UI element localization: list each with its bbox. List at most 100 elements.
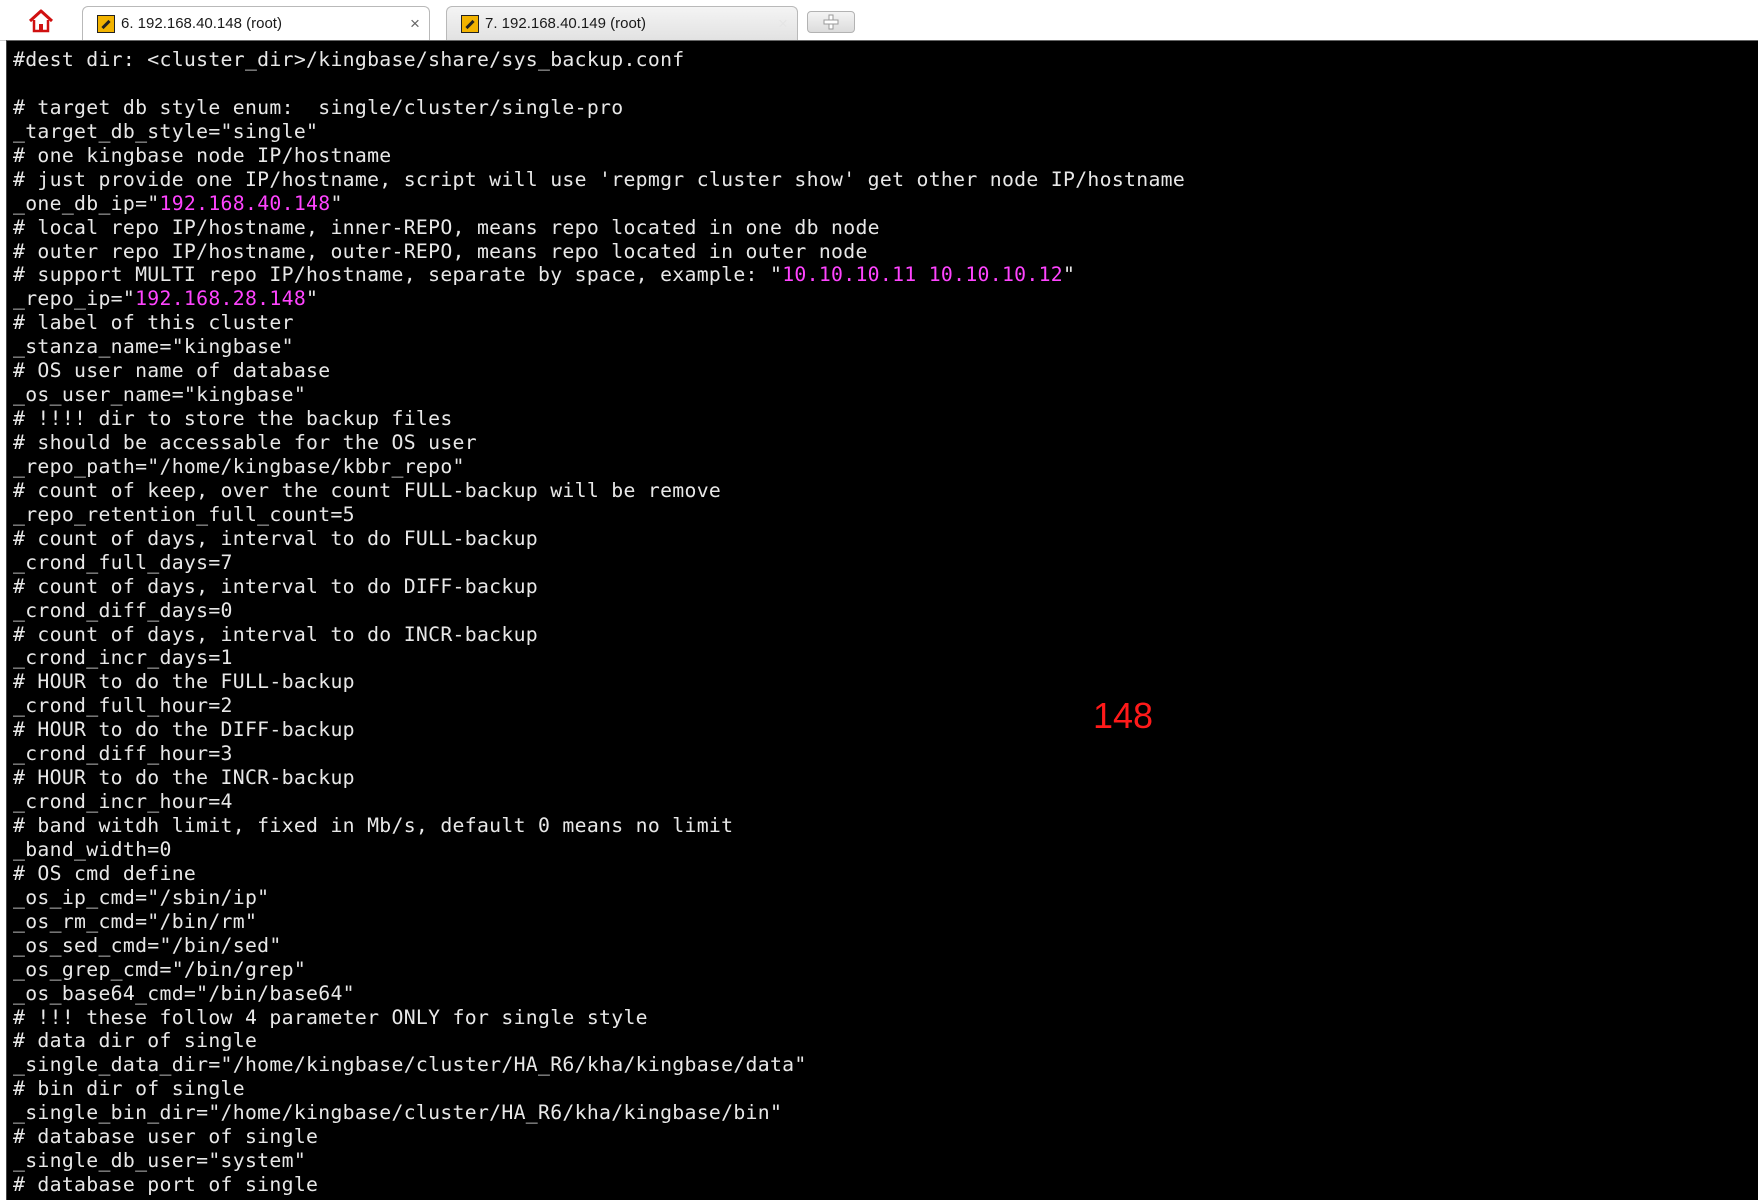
terminal-text-segment: "	[1063, 263, 1076, 287]
terminal-output[interactable]: #dest dir: <cluster_dir>/kingbase/share/…	[6, 40, 1758, 1200]
terminal-line: _band_width=0	[13, 838, 1185, 862]
terminal-line: # HOUR to do the INCR-backup	[13, 766, 1185, 790]
terminal-line: _repo_ip="192.168.28.148"	[13, 287, 1185, 311]
terminal-line: # !!!! dir to store the backup files	[13, 407, 1185, 431]
terminal-line: _repo_path="/home/kingbase/kbbr_repo"	[13, 455, 1185, 479]
terminal-text-segment: _os_rm_cmd="/bin/rm"	[13, 909, 258, 933]
tab-session-6[interactable]: 6. 192.168.40.148 (root) ×	[82, 6, 430, 40]
terminal-text-segment: # !!! these follow 4 parameter ONLY for …	[13, 1005, 648, 1029]
terminal-text-segment: _single_bin_dir="/home/kingbase/cluster/…	[13, 1101, 783, 1125]
terminal-text-segment: # !!!! dir to store the backup files	[13, 407, 453, 431]
terminal-line: # count of days, interval to do FULL-bac…	[13, 527, 1185, 551]
terminal-line: # count of days, interval to do DIFF-bac…	[13, 575, 1185, 599]
terminal-line: #dest dir: <cluster_dir>/kingbase/share/…	[13, 48, 1185, 72]
terminal-text-segment: _os_base64_cmd="/bin/base64"	[13, 981, 355, 1005]
terminal-line: # count of keep, over the count FULL-bac…	[13, 479, 1185, 503]
tab-label: 7. 192.168.40.149 (root)	[485, 15, 646, 32]
terminal-line: # data dir of single	[13, 1029, 1185, 1053]
terminal-line: # band witdh limit, fixed in Mb/s, defau…	[13, 814, 1185, 838]
highlighted-value: 192.168.40.148	[159, 191, 331, 215]
terminal-text-segment: _repo_ip="	[13, 287, 136, 311]
terminal-line: # local repo IP/hostname, inner-REPO, me…	[13, 216, 1185, 240]
tab-label: 6. 192.168.40.148 (root)	[121, 15, 282, 32]
terminal-text-segment: # target db style enum: single/cluster/s…	[13, 95, 624, 119]
terminal-session-icon	[97, 14, 115, 33]
terminal-line: # !!! these follow 4 parameter ONLY for …	[13, 1006, 1185, 1030]
terminal-text-segment: _os_ip_cmd="/sbin/ip"	[13, 885, 270, 909]
terminal-text-segment: _crond_full_days=7	[13, 550, 233, 574]
terminal-text-segment: # count of days, interval to do INCR-bac…	[13, 622, 539, 646]
terminal-text-segment: _crond_incr_hour=4	[13, 790, 233, 814]
terminal-text-segment: # HOUR to do the DIFF-backup	[13, 718, 355, 742]
terminal-line: _os_base64_cmd="/bin/base64"	[13, 982, 1185, 1006]
terminal-text-segment: # OS user name of database	[13, 359, 331, 383]
terminal-text-segment: # support MULTI repo IP/hostname, separa…	[13, 263, 783, 287]
terminal-text-segment: # local repo IP/hostname, inner-REPO, me…	[13, 215, 880, 239]
terminal-text-segment: _crond_diff_hour=3	[13, 742, 233, 766]
terminal-line: _repo_retention_full_count=5	[13, 503, 1185, 527]
terminal-text-segment: # count of days, interval to do FULL-bac…	[13, 526, 539, 550]
terminal-line: _os_sed_cmd="/bin/sed"	[13, 934, 1185, 958]
terminal-line: # HOUR to do the FULL-backup	[13, 670, 1185, 694]
terminal-text-segment: _repo_path="/home/kingbase/kbbr_repo"	[13, 454, 465, 478]
terminal-text-segment: # count of keep, over the count FULL-bac…	[13, 478, 722, 502]
home-icon	[28, 9, 54, 33]
terminal-text-segment: _one_db_ip="	[13, 191, 160, 215]
terminal-line: _single_db_user="system"	[13, 1149, 1185, 1173]
terminal-text-segment: # database user of single	[13, 1125, 319, 1149]
terminal-line: _single_bin_dir="/home/kingbase/cluster/…	[13, 1101, 1185, 1125]
terminal-line: # should be accessable for the OS user	[13, 431, 1185, 455]
highlighted-value: 10.10.10.11 10.10.10.12	[782, 263, 1064, 287]
terminal-text-segment: # should be accessable for the OS user	[13, 431, 477, 454]
terminal-line: _os_user_name="kingbase"	[13, 383, 1185, 407]
terminal-line: # database user of single	[13, 1125, 1185, 1149]
terminal-line: _crond_full_hour=2	[13, 694, 1185, 718]
home-button[interactable]	[6, 4, 76, 38]
tab-bar: 6. 192.168.40.148 (root) × 7. 192.168.40…	[0, 0, 1758, 41]
terminal-text-segment: #dest dir: <cluster_dir>/kingbase/share/…	[13, 48, 685, 71]
terminal-line: # just provide one IP/hostname, script w…	[13, 168, 1185, 192]
terminal-line: _os_rm_cmd="/bin/rm"	[13, 910, 1185, 934]
terminal-text-segment: _band_width=0	[13, 837, 172, 861]
terminal-text-segment: # HOUR to do the FULL-backup	[13, 670, 355, 694]
terminal-line: # count of days, interval to do INCR-bac…	[13, 623, 1185, 647]
terminal-text-segment: # OS cmd define	[13, 861, 197, 885]
highlighted-value: 192.168.28.148	[135, 287, 307, 311]
terminal-text-segment: _target_db_style="single"	[13, 119, 319, 143]
tab-session-7[interactable]: 7. 192.168.40.149 (root) ×	[446, 6, 798, 40]
tab-close-button[interactable]: ×	[401, 14, 429, 34]
terminal-text-segment: # just provide one IP/hostname, script w…	[13, 167, 1186, 191]
terminal-line: # one kingbase node IP/hostname	[13, 144, 1185, 168]
terminal-line: # database port of single	[13, 1173, 1185, 1197]
terminal-line: _stanza_name="kingbase"	[13, 335, 1185, 359]
terminal-line: _target_db_style="single"	[13, 120, 1185, 144]
terminal-line: # target db style enum: single/cluster/s…	[13, 96, 1185, 120]
terminal-line: # OS user name of database	[13, 359, 1185, 383]
terminal-text-segment: _crond_diff_days=0	[13, 598, 233, 622]
terminal-line: # outer repo IP/hostname, outer-REPO, me…	[13, 240, 1185, 264]
terminal-text-segment: # database port of single	[13, 1173, 319, 1197]
terminal-line: # label of this cluster	[13, 311, 1185, 335]
terminal-text-segment: _os_grep_cmd="/bin/grep"	[13, 957, 307, 981]
tab-close-button[interactable]: ×	[769, 14, 797, 34]
terminal-text-segment: # count of days, interval to do DIFF-bac…	[13, 574, 539, 598]
terminal-text-segment: # HOUR to do the INCR-backup	[13, 766, 355, 790]
terminal-line: _crond_diff_hour=3	[13, 742, 1185, 766]
terminal-line: _crond_full_days=7	[13, 551, 1185, 575]
terminal-line: # support MULTI repo IP/hostname, separa…	[13, 263, 1185, 287]
new-tab-button[interactable]	[807, 11, 855, 33]
terminal-text-segment: _os_user_name="kingbase"	[13, 383, 307, 407]
terminal-text-segment: # data dir of single	[13, 1029, 258, 1053]
terminal-line: _one_db_ip="192.168.40.148"	[13, 192, 1185, 216]
terminal-text-segment: # band witdh limit, fixed in Mb/s, defau…	[13, 814, 734, 837]
annotation-label: 148	[1093, 695, 1154, 736]
plus-icon	[823, 14, 839, 30]
terminal-line: # OS cmd define	[13, 862, 1185, 886]
terminal-text-segment: _repo_retention_full_count=5	[13, 502, 355, 526]
terminal-text-segment: _crond_full_hour=2	[13, 694, 233, 718]
terminal-line: _crond_incr_days=1	[13, 646, 1185, 670]
terminal-text-segment: # bin dir of single	[13, 1077, 245, 1101]
terminal-text-segment: _single_data_dir="/home/kingbase/cluster…	[13, 1053, 807, 1077]
terminal-text-segment: # label of this cluster	[13, 311, 294, 335]
